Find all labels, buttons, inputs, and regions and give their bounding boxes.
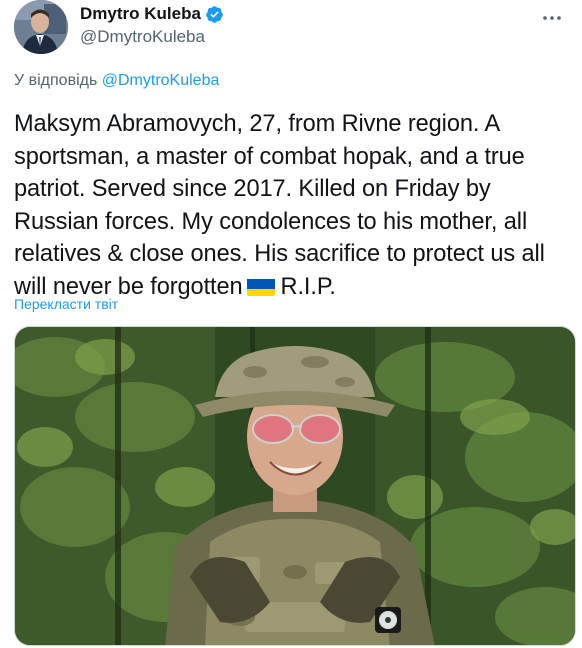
display-name[interactable]: Dmytro Kuleba — [80, 4, 201, 24]
verified-badge-icon — [205, 5, 224, 24]
tweet-card: Dmytro Kuleba @DmytroKuleba У відповідь … — [0, 0, 582, 648]
author-handle[interactable]: @DmytroKuleba — [80, 27, 224, 47]
ukraine-flag-icon — [246, 276, 275, 296]
tweet-photo[interactable] — [14, 326, 576, 646]
tweet-text-main: Maksym Abramovych, 27, from Rivne region… — [14, 111, 545, 300]
avatar-image — [14, 0, 68, 54]
reply-target-link[interactable]: @DmytroKuleba — [102, 72, 220, 89]
reply-context: У відповідь @DmytroKuleba — [14, 72, 219, 90]
tweet-text: Maksym Abramovych, 27, from Rivne region… — [14, 108, 570, 303]
name-row: Dmytro Kuleba — [80, 4, 224, 24]
author-block[interactable]: Dmytro Kuleba @DmytroKuleba — [80, 4, 224, 47]
tweet-text-end: R.I.P. — [280, 273, 336, 300]
translate-tweet-link[interactable]: Перекласти твіт — [14, 296, 118, 312]
photo-image — [15, 327, 575, 645]
more-options-icon[interactable] — [540, 6, 564, 30]
avatar[interactable] — [14, 0, 68, 54]
reply-prefix: У відповідь — [14, 72, 98, 89]
